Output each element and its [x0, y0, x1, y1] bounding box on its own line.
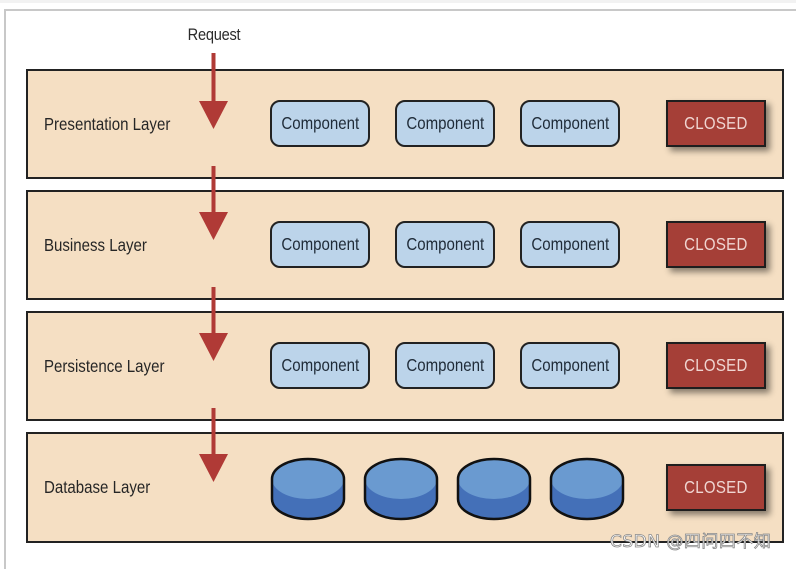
closed-label: CLOSED	[684, 113, 748, 133]
component-label: Component	[406, 234, 484, 254]
request-arrow-icon	[199, 287, 228, 361]
closed-badge: CLOSED	[666, 100, 766, 147]
component-box: Component	[520, 342, 620, 389]
component-label: Component	[531, 113, 609, 133]
component-box: Component	[270, 342, 370, 389]
component-box: Component	[395, 221, 495, 268]
watermark: CSDN @四问四不知	[610, 532, 772, 553]
component-box: Component	[520, 221, 620, 268]
component-label: Component	[406, 113, 484, 133]
component-box: Component	[270, 100, 370, 147]
request-arrow-icon	[199, 166, 228, 240]
component-label: Component	[531, 355, 609, 375]
closed-label: CLOSED	[684, 355, 748, 375]
layer-label: Business Layer	[44, 235, 147, 255]
closed-badge: CLOSED	[666, 221, 766, 268]
closed-badge: CLOSED	[666, 464, 766, 511]
closed-label: CLOSED	[684, 234, 748, 254]
request-arrow-icon	[199, 53, 228, 129]
layer-label: Persistence Layer	[44, 356, 165, 376]
component-box: Component	[395, 342, 495, 389]
component-box: Component	[520, 100, 620, 147]
component-label: Component	[531, 234, 609, 254]
component-box: Component	[270, 221, 370, 268]
component-label: Component	[281, 234, 359, 254]
database-icon	[270, 457, 346, 521]
persistence-layer: Persistence Layer Component Component Co…	[26, 311, 784, 421]
closed-label: CLOSED	[684, 477, 748, 497]
top-edge	[0, 0, 796, 3]
layer-label: Presentation Layer	[44, 114, 171, 134]
component-box: Component	[395, 100, 495, 147]
component-label: Component	[281, 113, 359, 133]
presentation-layer: Presentation Layer Component Component C…	[26, 69, 784, 179]
component-label: Component	[281, 355, 359, 375]
database-icon	[456, 457, 532, 521]
component-label: Component	[406, 355, 484, 375]
request-arrow-icon	[199, 408, 228, 482]
database-icon	[549, 457, 625, 521]
layer-label: Database Layer	[44, 477, 151, 497]
business-layer: Business Layer Component Component Compo…	[26, 190, 784, 300]
database-icon	[363, 457, 439, 521]
request-label: Request	[187, 25, 241, 44]
closed-badge: CLOSED	[666, 342, 766, 389]
